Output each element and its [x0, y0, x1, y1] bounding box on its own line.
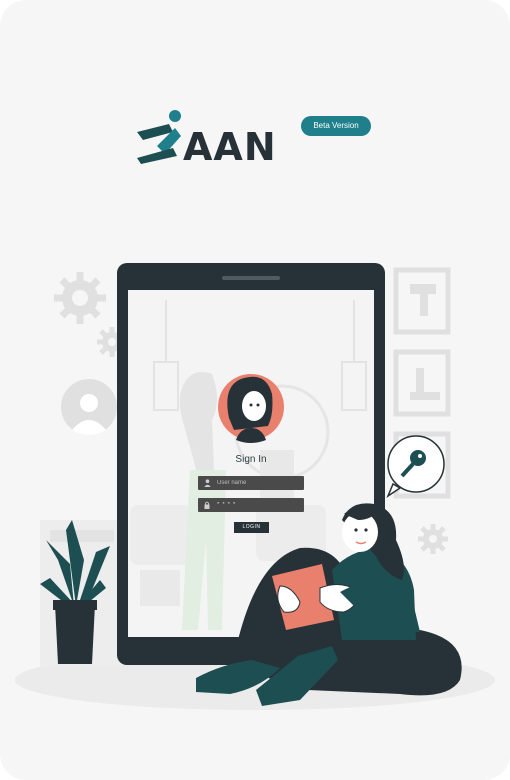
sign-in-title: Sign In — [235, 454, 267, 465]
app-card: AAN Beta Version Sign In LOGIN — [0, 0, 510, 780]
beta-badge: Beta Version — [301, 116, 371, 136]
login-button[interactable]: LOGIN — [234, 522, 269, 533]
brand-text: AAN — [183, 125, 277, 164]
username-field[interactable] — [198, 476, 304, 490]
user-icon — [203, 478, 211, 488]
key-icon — [386, 435, 445, 498]
password-input[interactable] — [211, 499, 297, 511]
password-field[interactable] — [198, 498, 304, 512]
brand-logo-icon: AAN — [137, 110, 277, 169]
user-avatar-icon — [61, 379, 117, 435]
username-input[interactable] — [211, 477, 297, 489]
gear-icon — [418, 524, 448, 554]
lock-icon — [203, 500, 211, 510]
gear-icon — [54, 272, 106, 324]
brand-logo: AAN — [133, 106, 295, 169]
